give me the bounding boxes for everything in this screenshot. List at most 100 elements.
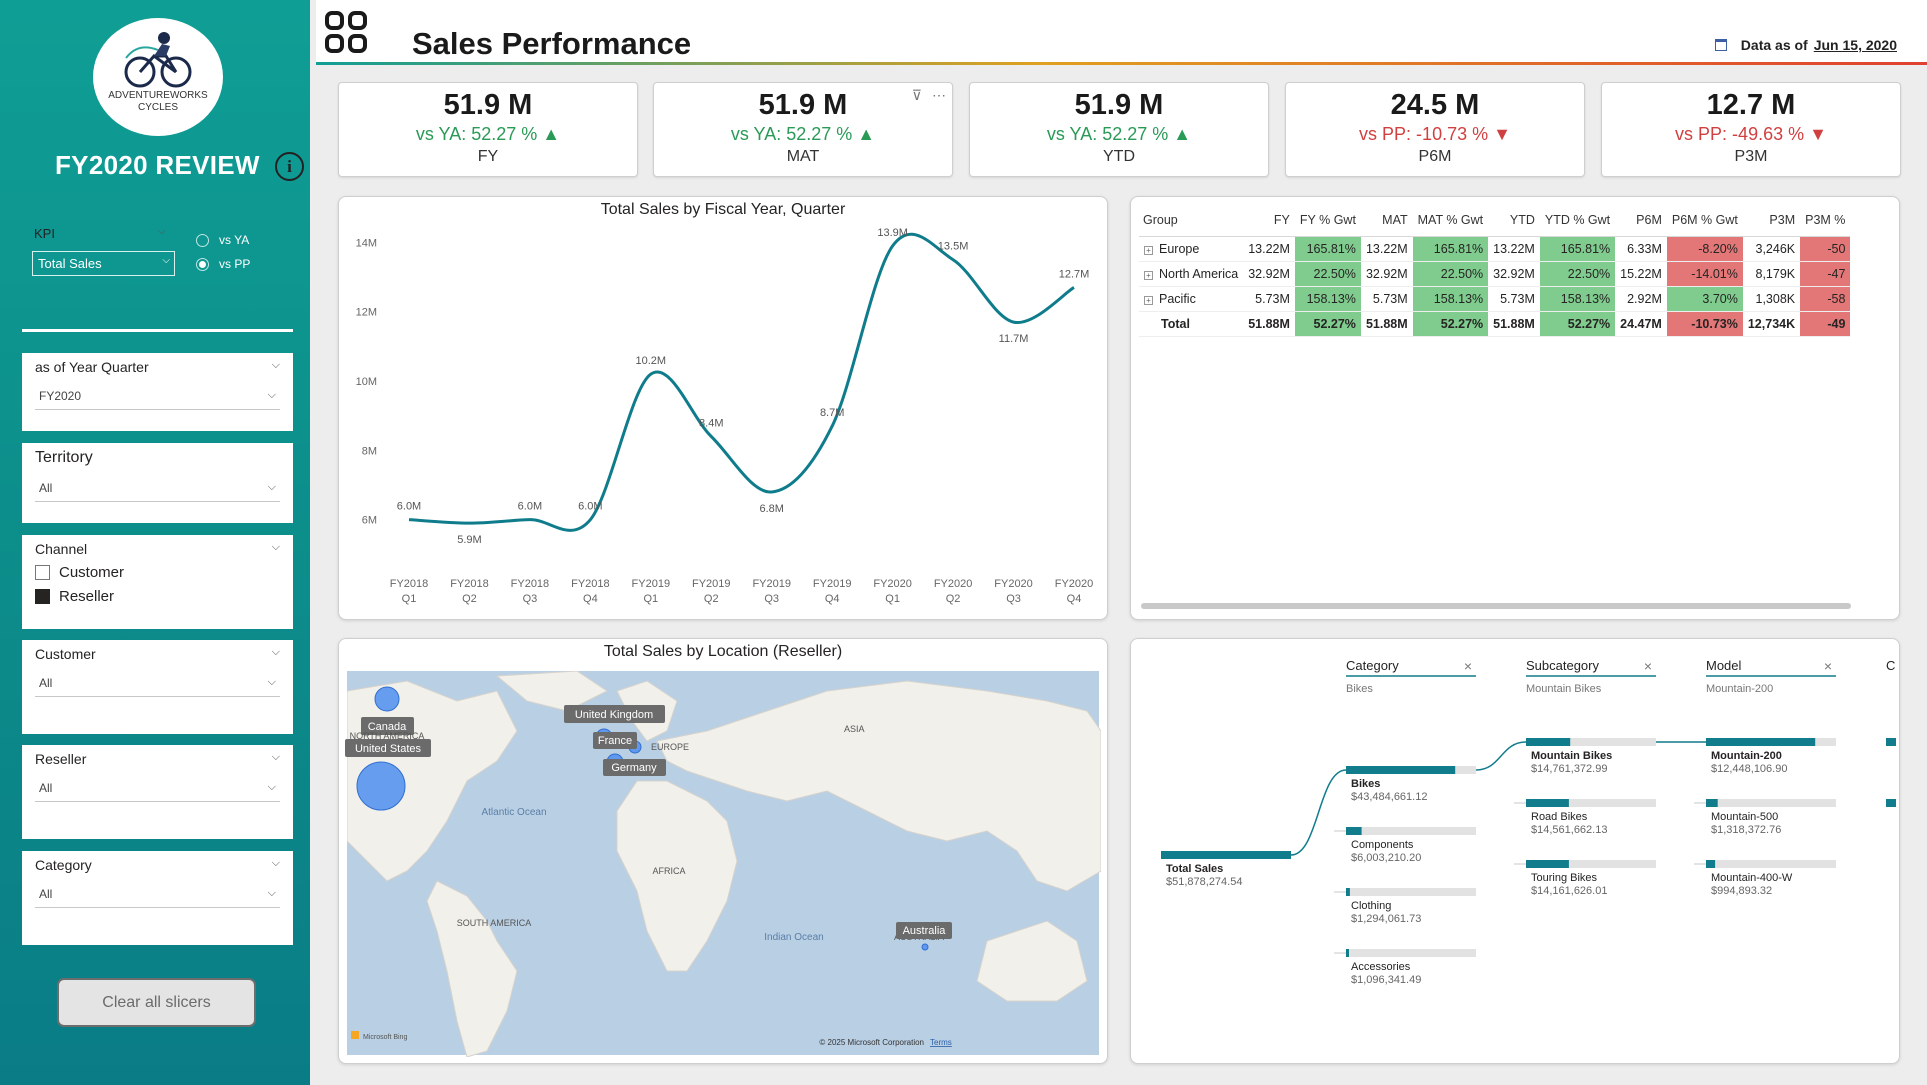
x-tick-label: Q3 (1006, 593, 1021, 605)
year-quarter-dropdown[interactable]: FY2020 ⌵ (35, 383, 280, 410)
channel-option-customer[interactable]: Customer (35, 564, 280, 581)
row-group: Total (1139, 311, 1244, 337)
column-header[interactable]: P3M % (1800, 207, 1851, 237)
checkbox[interactable] (35, 589, 50, 604)
expand-icon[interactable]: + (1144, 246, 1153, 255)
radio-button-vs-ya[interactable] (196, 233, 209, 247)
clear-all-slicers-button[interactable]: Clear all slicers (57, 978, 256, 1027)
expand-icon[interactable]: + (1144, 271, 1153, 280)
radio-vs-pp[interactable]: vs PP (196, 257, 250, 271)
node-bar[interactable] (1886, 799, 1896, 807)
triangle-down-icon: ▼ (1493, 124, 1511, 144)
root-name: Total Sales (1166, 863, 1223, 875)
triangle-up-icon: ▲ (857, 124, 876, 144)
kpi-card-fy[interactable]: 51.9 M vs YA: 52.27 % ▲ FY (338, 82, 638, 177)
level-header[interactable]: C (1886, 658, 1895, 673)
more-options-icon[interactable]: ⋯ (932, 87, 946, 104)
dropdown-value: All (39, 676, 53, 690)
table-row[interactable]: + Europe 13.22M 165.81% 13.22M 165.81% 13… (1139, 236, 1851, 262)
x-tick-label: FY2018 (571, 578, 610, 590)
node-bar[interactable] (1526, 860, 1569, 868)
data-label: 13.9M (877, 227, 908, 239)
node-bar[interactable] (1886, 738, 1896, 746)
bubble-united-states[interactable] (356, 761, 406, 811)
dropdown-value: All (39, 781, 53, 795)
node-bar[interactable] (1346, 888, 1350, 896)
node-bar[interactable] (1346, 827, 1362, 835)
x-tick-label: FY2020 (1055, 578, 1094, 590)
bubble-australia[interactable] (921, 943, 929, 951)
customer-dropdown[interactable]: All ⌵ (35, 670, 280, 697)
level-header[interactable]: Subcategory (1526, 658, 1599, 673)
column-header[interactable]: YTD % Gwt (1539, 207, 1616, 237)
card-delta: vs PP: -10.73 % ▼ (1286, 124, 1584, 145)
chevron-down-icon[interactable]: ⌵ (272, 857, 280, 873)
kpi-dropdown[interactable]: Total Sales ⌵ (32, 251, 175, 276)
filter-icon[interactable]: ⊽ (912, 87, 922, 104)
radio-button-vs-pp[interactable] (196, 257, 209, 271)
chevron-down-icon: ⌵ (267, 887, 276, 899)
table-row[interactable]: + Pacific 5.73M 158.13% 5.73M 158.13% 5.7… (1139, 286, 1851, 312)
chevron-down-icon[interactable]: ⌵ (272, 751, 280, 767)
card-value: 51.9 M (443, 89, 533, 121)
series-line[interactable] (408, 232, 1075, 532)
node-bar[interactable] (1706, 799, 1718, 807)
reseller-dropdown[interactable]: All ⌵ (35, 775, 280, 802)
root-bar[interactable] (1161, 851, 1291, 859)
checkbox[interactable] (35, 565, 50, 580)
slicer-category: Category ⌵ All ⌵ (22, 851, 293, 945)
category-dropdown[interactable]: All ⌵ (35, 881, 280, 908)
close-icon[interactable]: × (1464, 658, 1472, 674)
data-label: 6.0M (397, 501, 421, 513)
chevron-down-icon[interactable]: ⌵ (272, 359, 280, 375)
column-header[interactable]: MAT (1360, 207, 1413, 237)
close-icon[interactable]: × (1824, 658, 1832, 674)
level-header[interactable]: Model (1706, 658, 1742, 673)
decomposition-tree[interactable]: Category × Bikes Subcategory × Mountain Bikes… (1131, 639, 1900, 1064)
kpi-card-p3m[interactable]: 12.7 M vs PP: -49.63 % ▼ P3M (1601, 82, 1901, 177)
column-header[interactable]: FY (1243, 207, 1295, 237)
column-header[interactable]: YTD (1488, 207, 1540, 237)
column-header[interactable]: Group (1139, 207, 1244, 237)
chevron-down-icon[interactable]: ⌵ (272, 541, 280, 557)
column-header[interactable]: P6M % Gwt (1666, 207, 1743, 237)
node-bar[interactable] (1526, 799, 1569, 807)
node-bar-track (1346, 827, 1476, 835)
column-header[interactable]: MAT % Gwt (1412, 207, 1489, 237)
level-header[interactable]: Category (1346, 658, 1399, 673)
horizontal-scrollbar[interactable] (1141, 603, 1851, 609)
node-bar[interactable] (1526, 738, 1571, 746)
kpi-card-mat[interactable]: ⊽ ⋯ 51.9 M vs YA: 52.27 % ▲ MAT (653, 82, 953, 177)
node-bar[interactable] (1706, 860, 1716, 868)
map-terms-link[interactable]: Terms (930, 1038, 952, 1047)
bubble-canada[interactable] (374, 686, 400, 712)
slicer-reseller: Reseller ⌵ All ⌵ (22, 745, 293, 839)
node-bar[interactable] (1706, 738, 1816, 746)
channel-option-reseller[interactable]: Reseller (35, 588, 280, 605)
expand-icon[interactable]: + (1144, 296, 1153, 305)
column-header[interactable]: P6M (1615, 207, 1667, 237)
node-value: $1,318,372.76 (1711, 824, 1781, 836)
line-chart[interactable]: 6M 8M 10M 12M 14M FY2018 Q1 FY2018 Q2 FY2018 Q3 FY2… (339, 197, 1108, 620)
kpi-card-ytd[interactable]: 51.9 M vs YA: 52.27 % ▲ YTD (969, 82, 1269, 177)
adventureworks-logo: ADVENTUREWORKS CYCLES (93, 18, 223, 136)
info-icon[interactable]: i (275, 152, 304, 181)
territory-dropdown[interactable]: All ⌵ (35, 475, 280, 502)
kpi-card-p6m[interactable]: 24.5 M vs PP: -10.73 % ▼ P6M (1285, 82, 1585, 177)
x-tick-label: Q2 (704, 593, 719, 605)
node-bar[interactable] (1346, 949, 1349, 957)
radio-vs-ya[interactable]: vs YA (196, 233, 249, 247)
line-chart-panel: Total Sales by Fiscal Year, Quarter 6M 8M… (338, 196, 1108, 620)
cell: 22.50% (1412, 261, 1489, 287)
triangle-up-icon: ▲ (542, 124, 561, 144)
kpi-chevron-icon[interactable]: ⌵ (158, 226, 166, 237)
sales-matrix[interactable]: Group FY FY % Gwt MAT MAT % Gwt YTD YTD … (1139, 207, 1851, 337)
column-header[interactable]: P3M (1742, 207, 1801, 237)
column-header[interactable]: FY % Gwt (1294, 207, 1361, 237)
node-bar[interactable] (1346, 766, 1456, 774)
close-icon[interactable]: × (1644, 658, 1652, 674)
node-name: Bikes (1351, 778, 1380, 790)
chevron-down-icon[interactable]: ⌵ (272, 646, 280, 662)
table-row[interactable]: + North America 32.92M 22.50% 32.92M 22.5… (1139, 261, 1851, 287)
node-name: Road Bikes (1531, 811, 1588, 823)
